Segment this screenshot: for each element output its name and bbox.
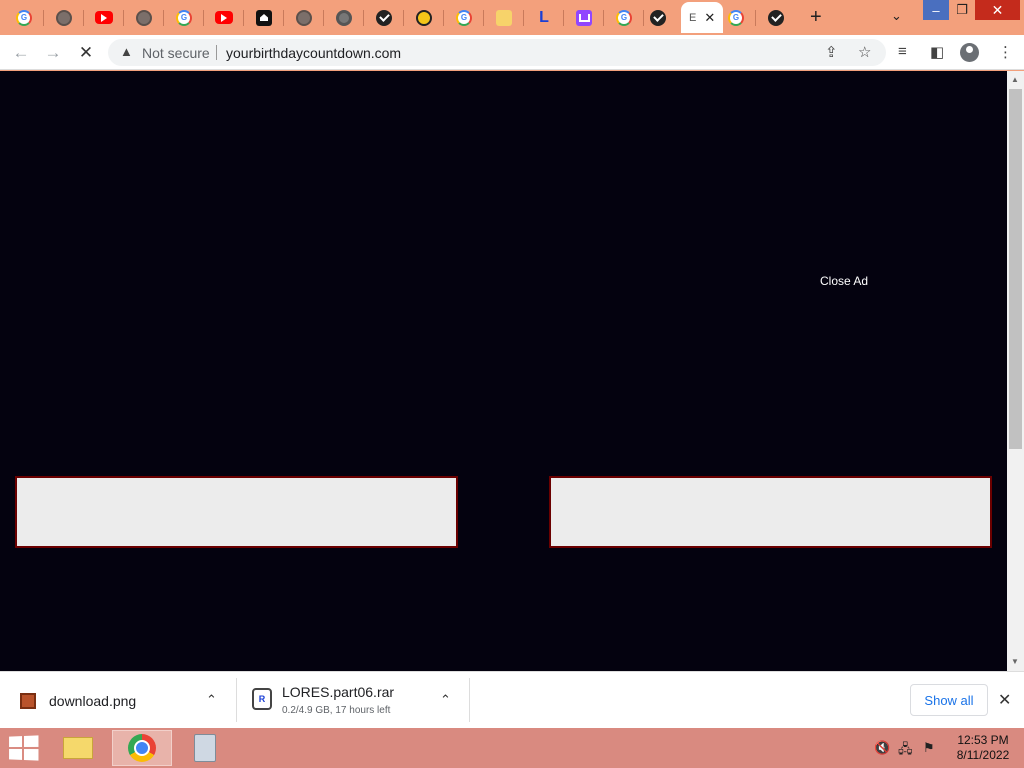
- windows-start-icon[interactable]: [9, 735, 39, 761]
- window-close-button[interactable]: ✕: [975, 0, 1020, 20]
- tab[interactable]: G: [444, 2, 484, 33]
- tab-close-icon[interactable]: ✕: [704, 10, 715, 26]
- kebab-menu-icon[interactable]: ⋮: [998, 43, 1013, 61]
- taskbar-device-app[interactable]: [175, 730, 235, 766]
- address-bar[interactable]: ▲ Not secure yourbirthdaycountdown.com ⇪…: [108, 39, 886, 66]
- tab[interactable]: G: [716, 2, 756, 33]
- google-icon: G: [16, 9, 32, 26]
- download-status: 0.2/4.9 GB, 17 hours left: [282, 705, 391, 716]
- shield-icon: [650, 9, 666, 26]
- close-ad-button[interactable]: Close Ad: [820, 274, 868, 288]
- ad-banner-left[interactable]: [15, 476, 458, 548]
- tab[interactable]: [84, 2, 124, 33]
- download-shelf: download.png ⌃ R LORES.part06.rar 0.2/4.…: [0, 671, 1024, 728]
- network-icon[interactable]: 🖧: [898, 740, 913, 762]
- media-control-icon[interactable]: ≡: [898, 43, 907, 60]
- bookmark-star-icon[interactable]: ☆: [858, 43, 871, 61]
- tab[interactable]: G: [4, 2, 44, 33]
- tab-title: E: [689, 11, 697, 24]
- twitch-icon: [576, 9, 592, 26]
- youtube-icon: [95, 11, 113, 24]
- minimize-button[interactable]: –: [923, 0, 949, 20]
- action-center-flag-icon[interactable]: ⚑: [923, 740, 935, 756]
- page-scrollbar[interactable]: ▲ ▼: [1007, 71, 1024, 671]
- shield-icon: [768, 9, 784, 26]
- warning-icon[interactable]: ▲: [120, 44, 133, 59]
- tab[interactable]: [404, 2, 444, 33]
- scroll-up-arrow-icon[interactable]: ▲: [1011, 75, 1019, 84]
- new-tab-button[interactable]: +: [810, 6, 822, 29]
- tab-strip: G G G L G E ✕ G + ⌄ – ❐ ✕: [0, 0, 1024, 35]
- scroll-down-arrow-icon[interactable]: ▼: [1011, 657, 1019, 666]
- download-options-chevron-icon[interactable]: ⌃: [440, 692, 451, 708]
- download-item[interactable]: R LORES.part06.rar 0.2/4.9 GB, 17 hours …: [237, 672, 469, 728]
- rar-archive-icon: R: [252, 688, 272, 710]
- taskbar-file-explorer[interactable]: [48, 730, 108, 766]
- device-icon: [194, 734, 216, 762]
- share-icon[interactable]: ⇪: [825, 43, 838, 61]
- download-options-chevron-icon[interactable]: ⌃: [206, 692, 217, 708]
- l-logo-icon: L: [539, 8, 549, 26]
- clock-time: 12:53 PM: [957, 733, 1009, 747]
- mail-icon: [496, 9, 512, 26]
- maximize-button[interactable]: ❐: [949, 0, 975, 20]
- profile-avatar-icon[interactable]: [960, 43, 979, 62]
- show-all-downloads-button[interactable]: Show all: [910, 684, 988, 716]
- chrome-icon: [128, 734, 156, 762]
- volume-muted-icon[interactable]: 🔇: [874, 740, 890, 756]
- tab[interactable]: [284, 2, 324, 33]
- close-download-shelf-icon[interactable]: ✕: [998, 690, 1011, 710]
- tab[interactable]: [638, 2, 678, 33]
- google-icon: G: [456, 9, 472, 26]
- back-button[interactable]: ←: [10, 42, 32, 64]
- stop-loading-button[interactable]: ✕: [75, 42, 97, 64]
- tab[interactable]: G: [164, 2, 204, 33]
- tab[interactable]: [484, 2, 524, 33]
- globe-icon: [136, 9, 152, 26]
- google-icon: G: [616, 9, 632, 26]
- home-icon: [256, 9, 272, 26]
- image-file-icon: [20, 693, 36, 709]
- download-filename: download.png: [49, 693, 137, 709]
- tab[interactable]: [564, 2, 604, 33]
- browser-toolbar: ← → ✕ ▲ Not secure yourbirthdaycountdown…: [0, 35, 1024, 70]
- scroll-thumb[interactable]: [1009, 89, 1022, 449]
- system-clock[interactable]: 12:53 PM 8/11/2022: [950, 733, 1016, 763]
- tab-search-icon[interactable]: ⌄: [891, 8, 902, 24]
- url-text[interactable]: yourbirthdaycountdown.com: [226, 45, 401, 61]
- tab[interactable]: [244, 2, 284, 33]
- clock-date: 8/11/2022: [956, 748, 1010, 762]
- tab[interactable]: L: [524, 2, 564, 33]
- youtube-icon: [215, 11, 233, 24]
- side-panel-icon[interactable]: ◧: [930, 43, 944, 61]
- tab[interactable]: [364, 2, 404, 33]
- globe-icon: [296, 9, 312, 26]
- chrome-icon: [336, 9, 352, 26]
- folder-icon: [63, 737, 93, 759]
- tab[interactable]: [124, 2, 164, 33]
- tab[interactable]: [324, 2, 364, 33]
- tab[interactable]: [756, 2, 796, 33]
- page-content: Close Ad: [0, 71, 1007, 671]
- shield-icon: [376, 9, 392, 26]
- download-filename: LORES.part06.rar: [282, 684, 395, 700]
- ad-banner-right[interactable]: [549, 476, 992, 548]
- google-icon: G: [728, 9, 744, 26]
- taskbar-chrome[interactable]: [112, 730, 172, 766]
- google-icon: G: [176, 9, 192, 26]
- forward-button[interactable]: →: [42, 42, 64, 64]
- tab[interactable]: [44, 2, 84, 33]
- windows-taskbar: 🔇 🖧 ⚑ 12:53 PM 8/11/2022: [0, 728, 1024, 768]
- tab[interactable]: [204, 2, 244, 33]
- download-item[interactable]: download.png ⌃: [0, 672, 236, 728]
- yellow-circle-icon: [416, 9, 432, 26]
- globe-icon: [56, 9, 72, 26]
- security-label[interactable]: Not secure: [142, 45, 210, 61]
